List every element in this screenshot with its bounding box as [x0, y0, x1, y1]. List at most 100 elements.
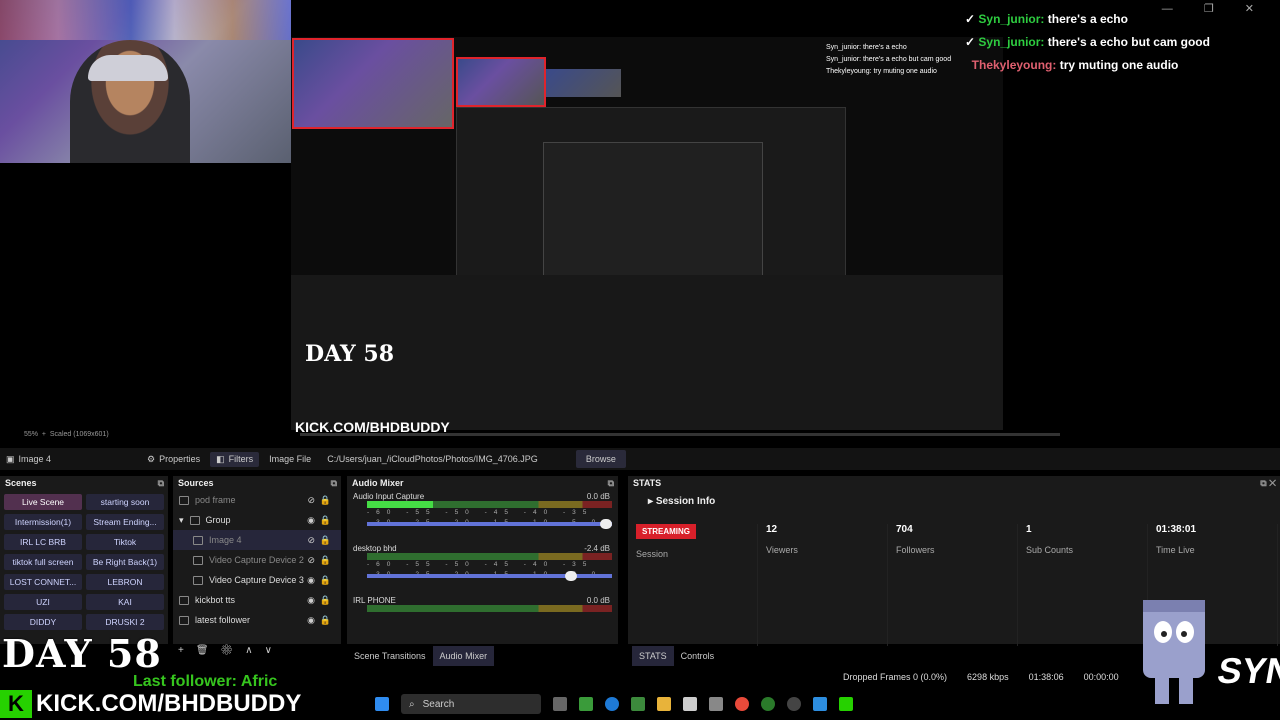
volume-slider[interactable]	[367, 571, 612, 581]
mini-chat-line: Syn_junior: there's a echo but cam good	[826, 56, 952, 63]
xbox-icon[interactable]	[761, 697, 775, 711]
folder-icon[interactable]	[657, 697, 671, 711]
search-icon: ⌕	[409, 698, 415, 710]
scene-button[interactable]: Stream Ending...	[86, 514, 164, 530]
obs-preview[interactable]: Syn_junior: there's a echo Syn_junior: t…	[291, 37, 1003, 435]
source-label: Image 4	[209, 535, 242, 545]
eye-icon[interactable]: ◉	[307, 595, 315, 606]
kick-icon[interactable]	[839, 697, 853, 711]
scene-button[interactable]: tiktok full screen	[4, 554, 82, 570]
source-name-label: Image 4	[18, 454, 52, 464]
stats-header: STATS ⧉ ✕	[628, 476, 1280, 490]
browse-button[interactable]: Browse	[575, 450, 626, 468]
mixer-tabs: Scene Transitions Audio Mixer	[347, 646, 495, 666]
taskbar-search[interactable]: ⌕ Search	[401, 694, 541, 714]
stat-value: 1	[1026, 524, 1032, 535]
scene-button[interactable]: Be Right Back(1)	[86, 554, 164, 570]
scene-button[interactable]: UZI	[4, 594, 82, 610]
stats-tabs: STATS Controls	[632, 646, 721, 666]
properties-button[interactable]: ⚙ Properties	[141, 452, 206, 467]
source-item[interactable]: Video Capture Device 2 ⊘ 🔒	[173, 550, 341, 570]
close-icon[interactable]: ⧉ ✕	[1260, 476, 1276, 490]
zoom-level[interactable]: 55%	[24, 431, 38, 438]
chat-message: Thekyleyoung: try muting one audio	[965, 54, 1265, 77]
volume-slider[interactable]	[367, 519, 612, 529]
undock-icon[interactable]: ⧉	[331, 476, 337, 490]
obs-icon[interactable]	[787, 697, 801, 711]
source-item[interactable]: Video Capture Device 3 ◉ 🔒	[173, 570, 341, 590]
lock-icon[interactable]: 🔒	[320, 535, 331, 546]
tab-stats[interactable]: STATS	[632, 646, 674, 666]
lock-icon[interactable]: 🔒	[320, 615, 331, 626]
filters-button[interactable]: ◧ Filters	[210, 451, 260, 467]
scene-button[interactable]: LEBRON	[86, 574, 164, 590]
meter-scale: -60 -55 -50 -45 -40 -35 -30 -25 -20 -15 …	[367, 561, 595, 578]
scene-button[interactable]: Intermission(1)	[4, 514, 82, 530]
eye-icon[interactable]: ◉	[307, 615, 315, 626]
lock-icon[interactable]: 🔒	[320, 495, 331, 506]
scenes-dock: Scenes ⧉ Live Scene starting soon Intermiss…	[0, 476, 168, 644]
chevron-down-icon[interactable]: ▾	[179, 515, 184, 526]
scaled-label: Scaled (1069x601)	[49, 431, 109, 438]
stat-label: Sub Counts	[1026, 545, 1074, 555]
rec-time: 00:00:00	[1083, 672, 1119, 682]
source-item[interactable]: kickbot tts ◉ 🔒	[173, 590, 341, 610]
trash-icon[interactable]: 🗑	[196, 645, 221, 656]
webcam-feed	[0, 0, 291, 163]
eye-icon[interactable]: ◉	[307, 515, 315, 526]
windows-start-icon[interactable]	[375, 697, 389, 711]
scene-button[interactable]: Tiktok	[86, 534, 164, 550]
scene-button[interactable]: Live Scene	[4, 494, 82, 510]
undock-icon[interactable]: ⧉	[158, 476, 164, 490]
sources-title: Sources	[178, 478, 214, 488]
task-view-icon[interactable]	[553, 697, 567, 711]
lock-icon[interactable]: 🔒	[320, 515, 331, 526]
undock-icon[interactable]: ⧉	[608, 476, 614, 490]
tab-controls[interactable]: Controls	[674, 646, 722, 666]
scene-button[interactable]: DIDDY	[4, 614, 82, 630]
add-icon[interactable]: +	[178, 645, 196, 656]
app-icon[interactable]	[579, 697, 593, 711]
lock-icon[interactable]: 🔒	[320, 575, 331, 586]
chat-user: Thekyleyoung:	[971, 58, 1057, 72]
eye-hidden-icon[interactable]: ⊘	[307, 555, 315, 566]
folder-icon	[189, 515, 200, 525]
sources-header: Sources ⧉	[173, 476, 341, 490]
source-item[interactable]: Image 4 ⊘ 🔒	[173, 530, 341, 550]
lock-icon[interactable]: 🔒	[320, 595, 331, 606]
camera-icon	[193, 555, 203, 565]
search-label: Search	[422, 698, 455, 710]
eye-hidden-icon[interactable]: ⊘	[307, 535, 315, 546]
volume-knob[interactable]	[565, 571, 578, 581]
source-item[interactable]: latest follower ◉ 🔒	[173, 610, 341, 630]
tab-scene-transitions[interactable]: Scene Transitions	[347, 646, 433, 666]
kick-url: KICK.COM/BHDBUDDY	[36, 690, 302, 717]
preview-webcam-selected[interactable]	[292, 38, 454, 129]
steam-icon[interactable]	[683, 697, 697, 711]
volume-knob[interactable]	[600, 519, 612, 529]
source-item[interactable]: pod frame ⊘ 🔒	[173, 490, 341, 510]
store-icon[interactable]	[709, 697, 723, 711]
edge-icon[interactable]	[605, 697, 619, 711]
scene-button[interactable]: IRL LC BRB	[4, 534, 82, 550]
streamer-cap	[88, 55, 168, 81]
preview-scrollbar[interactable]	[300, 433, 1060, 436]
eye-hidden-icon[interactable]: ⊘	[307, 495, 315, 506]
scene-button[interactable]: KAI	[86, 594, 164, 610]
scene-button[interactable]: DRUSKI 2	[86, 614, 164, 630]
source-item[interactable]: ▾ Group ◉ 🔒	[173, 510, 341, 530]
image-icon: ▣	[6, 453, 15, 464]
source-label: latest follower	[195, 615, 251, 625]
eye-icon[interactable]: ◉	[307, 575, 315, 586]
gear-icon[interactable]: ⚙	[221, 645, 246, 656]
app-icon[interactable]	[631, 697, 645, 711]
lock-icon[interactable]: 🔒	[320, 555, 331, 566]
scene-button[interactable]: LOST CONNET...	[4, 574, 82, 590]
tab-audio-mixer[interactable]: Audio Mixer	[432, 646, 495, 666]
scene-button[interactable]: starting soon	[86, 494, 164, 510]
level-meter	[367, 605, 612, 612]
down-icon[interactable]: ∨	[265, 645, 284, 656]
chrome-icon[interactable]	[735, 697, 749, 711]
up-icon[interactable]: ∧	[245, 645, 264, 656]
app-icon[interactable]	[813, 697, 827, 711]
